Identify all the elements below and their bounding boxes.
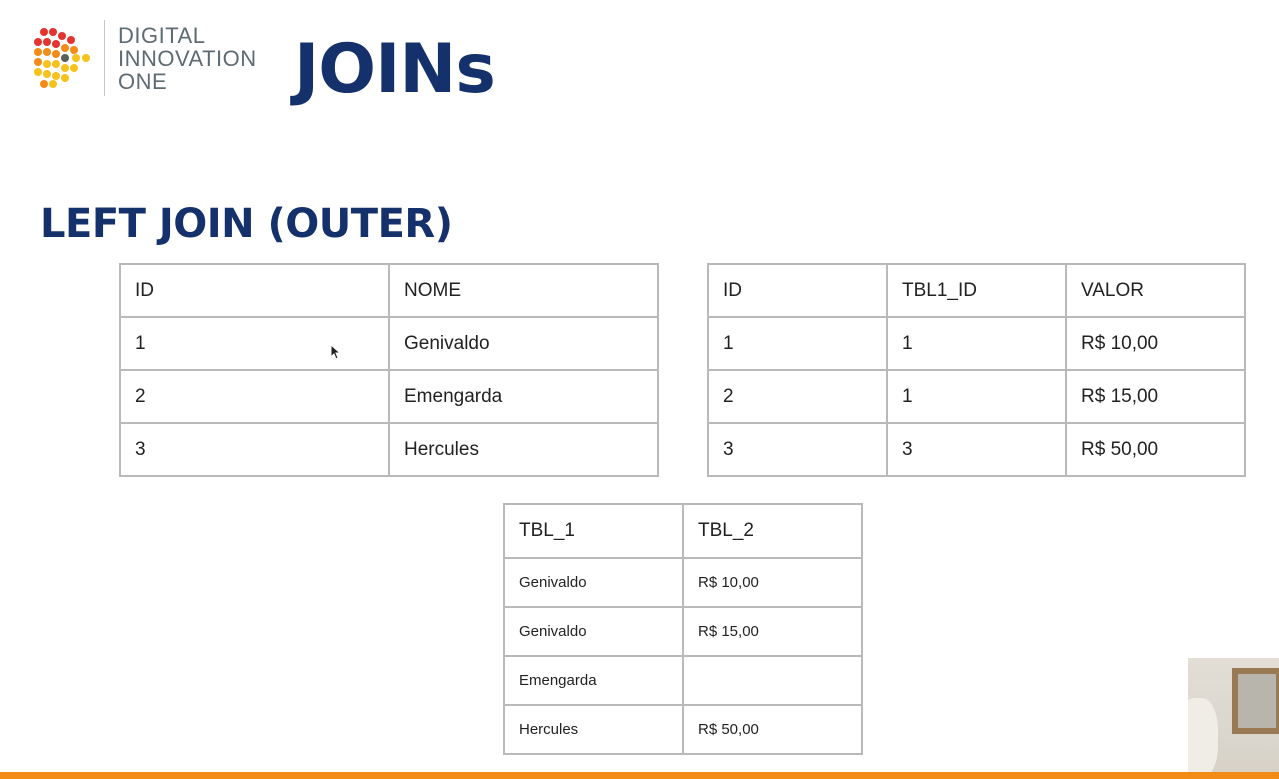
table-cell: R$ 15,00 xyxy=(1065,369,1246,424)
column-header: NOME xyxy=(388,263,659,318)
table-cell: 3 xyxy=(707,422,888,477)
column-header: TBL_2 xyxy=(682,503,863,559)
table-header-row: ID NOME xyxy=(119,263,659,318)
table-cell: Hercules xyxy=(388,422,659,477)
logo-divider xyxy=(104,20,105,96)
table-cell: 1 xyxy=(886,316,1067,371)
table-cell xyxy=(682,655,863,706)
table-cell: Genivaldo xyxy=(503,606,684,657)
column-header: ID xyxy=(707,263,888,318)
brand-line: INNOVATION xyxy=(118,46,257,71)
table-cell: R$ 10,00 xyxy=(682,557,863,608)
table-row: 2 Emengarda xyxy=(119,369,659,424)
brand-name: DIGITAL INNOVATION ONE xyxy=(118,24,257,93)
table-tbl2: ID TBL1_ID VALOR 1 1 R$ 10,00 2 1 R$ 15,… xyxy=(707,263,1246,477)
column-header: VALOR xyxy=(1065,263,1246,318)
table-cell: 3 xyxy=(886,422,1067,477)
table-row: Emengarda xyxy=(503,655,863,706)
table-header-row: ID TBL1_ID VALOR xyxy=(707,263,1246,318)
table-row: Hercules R$ 50,00 xyxy=(503,704,863,755)
table-cell: 1 xyxy=(886,369,1067,424)
table-cell: Hercules xyxy=(503,704,684,755)
table-cell: R$ 10,00 xyxy=(1065,316,1246,371)
table-header-row: TBL_1 TBL_2 xyxy=(503,503,863,559)
table-cell: 1 xyxy=(119,316,390,371)
section-title: LEFT JOIN (OUTER) xyxy=(40,201,453,247)
column-header: TBL_1 xyxy=(503,503,684,559)
presenter xyxy=(1188,698,1218,773)
table-cell: 3 xyxy=(119,422,390,477)
table-cell: R$ 50,00 xyxy=(682,704,863,755)
table-cell: Genivaldo xyxy=(388,316,659,371)
table-cell: Emengarda xyxy=(503,655,684,706)
table-cell: 1 xyxy=(707,316,888,371)
table-row: 3 Hercules xyxy=(119,422,659,477)
table-cell: R$ 15,00 xyxy=(682,606,863,657)
table-cell: Emengarda xyxy=(388,369,659,424)
slide-title: JOINs xyxy=(294,30,496,109)
table-row: 2 1 R$ 15,00 xyxy=(707,369,1246,424)
accent-bar xyxy=(0,772,1279,779)
table-result: TBL_1 TBL_2 Genivaldo R$ 10,00 Genivaldo… xyxy=(503,503,863,755)
table-tbl1: ID NOME 1 Genivaldo 2 Emengarda 3 Hercul… xyxy=(119,263,659,477)
table-cell: 2 xyxy=(707,369,888,424)
picture-frame xyxy=(1232,668,1279,734)
table-row: 3 3 R$ 50,00 xyxy=(707,422,1246,477)
digital-innovation-one-logo-icon xyxy=(34,28,90,88)
brand-line: ONE xyxy=(118,69,168,94)
table-row: Genivaldo R$ 15,00 xyxy=(503,606,863,657)
table-cell: 2 xyxy=(119,369,390,424)
table-row: 1 1 R$ 10,00 xyxy=(707,316,1246,371)
table-cell: R$ 50,00 xyxy=(1065,422,1246,477)
column-header: ID xyxy=(119,263,390,318)
table-row: 1 Genivaldo xyxy=(119,316,659,371)
table-cell: Genivaldo xyxy=(503,557,684,608)
column-header: TBL1_ID xyxy=(886,263,1067,318)
brand-line: DIGITAL xyxy=(118,23,206,48)
mouse-cursor-icon xyxy=(330,344,340,360)
webcam-overlay xyxy=(1188,658,1279,773)
table-row: Genivaldo R$ 10,00 xyxy=(503,557,863,608)
